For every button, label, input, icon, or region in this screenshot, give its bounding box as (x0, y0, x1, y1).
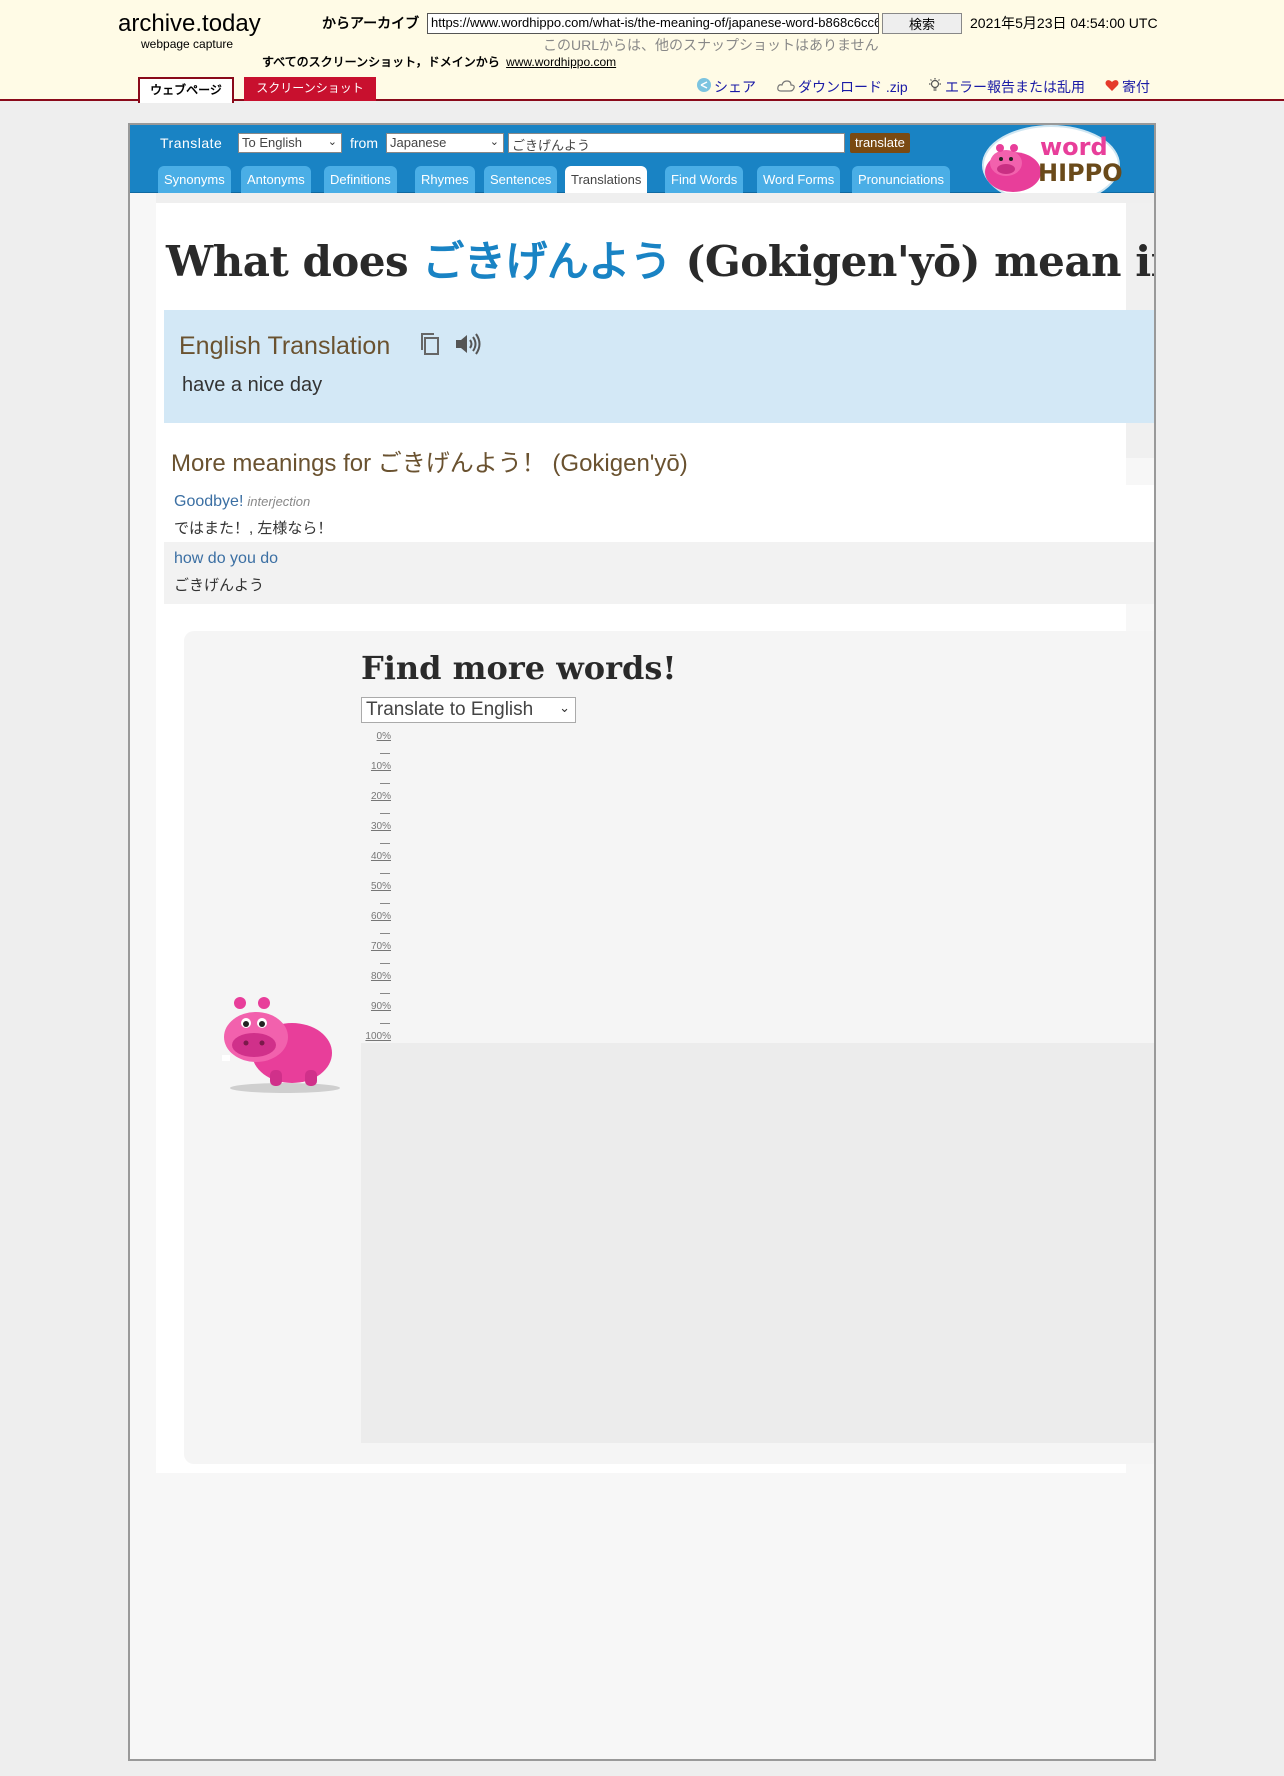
ad-placeholder (361, 1043, 1154, 1443)
english-translation-box: English Translation have a nice day (164, 310, 1154, 423)
all-screenshots-line: すべてのスクリーンショット，ドメインから www.wordhippo.com (262, 53, 616, 70)
from-language-select[interactable]: Japanese ⌄ (386, 133, 504, 153)
logo-word-text: word (1040, 133, 1108, 161)
percent-tick (380, 813, 390, 814)
percent-label[interactable]: 50% (361, 881, 391, 892)
share-icon (697, 78, 711, 95)
capture-date: 2021年5月23日 04:54:00 UTC (970, 15, 1158, 31)
percent-label[interactable]: 100% (361, 1031, 391, 1042)
more-meanings-title: More meanings for ごきげんよう！ (Gokigen'yō) (171, 450, 688, 477)
percent-tick (380, 1023, 390, 1024)
content-top-band (156, 193, 1154, 203)
copy-icon[interactable] (419, 332, 441, 361)
to-language-select[interactable]: To English ⌄ (238, 133, 342, 153)
no-other-snapshots-text: このURLからは、他のスナップショットはありません (543, 37, 879, 53)
archive-logo[interactable]: archive.today (118, 10, 261, 38)
percent-label[interactable]: 0% (361, 731, 391, 742)
domain-link[interactable]: www.wordhippo.com (506, 55, 616, 69)
percent-tick (380, 903, 390, 904)
percent-label[interactable]: 30% (361, 821, 391, 832)
all-screenshots-label: すべてのスクリーンショット，ドメインから (262, 55, 500, 69)
translation-text: have a nice day (182, 374, 323, 396)
page-title: What does ごきげんよう (Gokigen'yō) mean in Ja… (166, 228, 1154, 289)
percent-label[interactable]: 40% (361, 851, 391, 862)
tab-pronunciations[interactable]: Pronunciations (852, 166, 950, 193)
tab-definitions[interactable]: Definitions (324, 166, 397, 193)
list-item: how do you do ごきげんよう (164, 542, 1154, 604)
tab-find-words[interactable]: Find Words (665, 166, 744, 193)
translate-to-value: Translate to English (366, 699, 534, 720)
chevron-down-icon: ⌄ (559, 700, 570, 715)
search-button[interactable]: 検索 (882, 13, 962, 34)
download-link[interactable]: ダウンロード .zip (777, 77, 908, 97)
word-input[interactable]: ごきげんよう (508, 133, 845, 153)
tab-sentences[interactable]: Sentences (484, 166, 558, 193)
tab-antonyms[interactable]: Antonyms (241, 166, 311, 193)
percent-tick (380, 933, 390, 934)
percent-label[interactable]: 60% (361, 911, 391, 922)
percent-tick (380, 963, 390, 964)
percent-label[interactable]: 80% (361, 971, 391, 982)
captured-page-frame: Translate To English ⌄ from Japanese ⌄ ご… (128, 123, 1156, 1761)
tab-rhymes[interactable]: Rhymes (415, 166, 475, 193)
percent-label[interactable]: 10% (361, 761, 391, 772)
percent-tick (380, 753, 390, 754)
tab-screenshot[interactable]: スクリーンショット (244, 77, 376, 101)
part-of-speech: interjection (247, 494, 311, 509)
title-suffix: (Gokigen'yō) mean in Japanese? (685, 237, 1154, 286)
tab-translations[interactable]: Translations (565, 166, 648, 193)
from-language-value: Japanese (390, 135, 447, 150)
speaker-icon[interactable] (454, 332, 484, 361)
to-language-value: To English (242, 135, 302, 150)
percent-tick (380, 843, 390, 844)
report-link[interactable]: エラー報告または乱用 (928, 77, 1085, 97)
percent-tick (380, 993, 390, 994)
tab-word-forms[interactable]: Word Forms (757, 166, 841, 193)
download-label: ダウンロード .zip (798, 79, 908, 95)
chevron-down-icon: ⌄ (489, 136, 499, 148)
logo-hippo-text: HIPPO (1038, 159, 1123, 187)
meaning-japanese: ごきげんよう (174, 577, 265, 594)
percent-tick (380, 783, 390, 784)
archive-from-label: からアーカイブ (322, 15, 420, 31)
meaning-entry: Goodbye! interjection (174, 493, 310, 511)
translate-button[interactable]: translate (850, 133, 910, 153)
from-label: from (350, 135, 378, 151)
translate-label: Translate (160, 135, 223, 151)
hippo-mascot-icon (210, 995, 350, 1100)
tab-synonyms[interactable]: Synonyms (158, 166, 231, 193)
percent-label[interactable]: 70% (361, 941, 391, 952)
donate-link[interactable]: 寄付 (1105, 77, 1150, 97)
percent-tick (380, 873, 390, 874)
list-item: Goodbye! interjection ではまた！, 左様なら！ (164, 485, 1154, 546)
title-prefix: What does (166, 237, 423, 286)
title-word: ごきげんよう (422, 237, 672, 286)
meaning-entry: how do you do (174, 550, 278, 568)
heart-icon (1105, 79, 1119, 95)
cloud-download-icon (777, 79, 795, 95)
translation-title: English Translation (179, 332, 391, 360)
find-more-words-title: Find more words! (361, 649, 677, 687)
chevron-down-icon: ⌄ (327, 136, 337, 148)
meaning-word-link[interactable]: how do you do (174, 550, 278, 567)
tab-webpage[interactable]: ウェブページ (138, 77, 234, 103)
share-link[interactable]: シェア (697, 77, 756, 97)
translate-to-select[interactable]: Translate to English ⌄ (361, 697, 576, 723)
archive-header: archive.today webpage capture からアーカイブ ht… (0, 0, 1284, 103)
donate-label: 寄付 (1122, 79, 1150, 95)
meaning-japanese: ではまた！, 左様なら！ (174, 520, 333, 537)
url-input[interactable]: https://www.wordhippo.com/what-is/the-me… (427, 13, 879, 34)
percent-label[interactable]: 20% (361, 791, 391, 802)
meaning-word-link[interactable]: Goodbye! (174, 493, 243, 510)
share-label: シェア (714, 79, 756, 95)
bulb-icon (928, 78, 942, 95)
report-label: エラー報告または乱用 (945, 79, 1085, 95)
percent-label[interactable]: 90% (361, 1001, 391, 1012)
archive-subtitle: webpage capture (141, 37, 234, 51)
